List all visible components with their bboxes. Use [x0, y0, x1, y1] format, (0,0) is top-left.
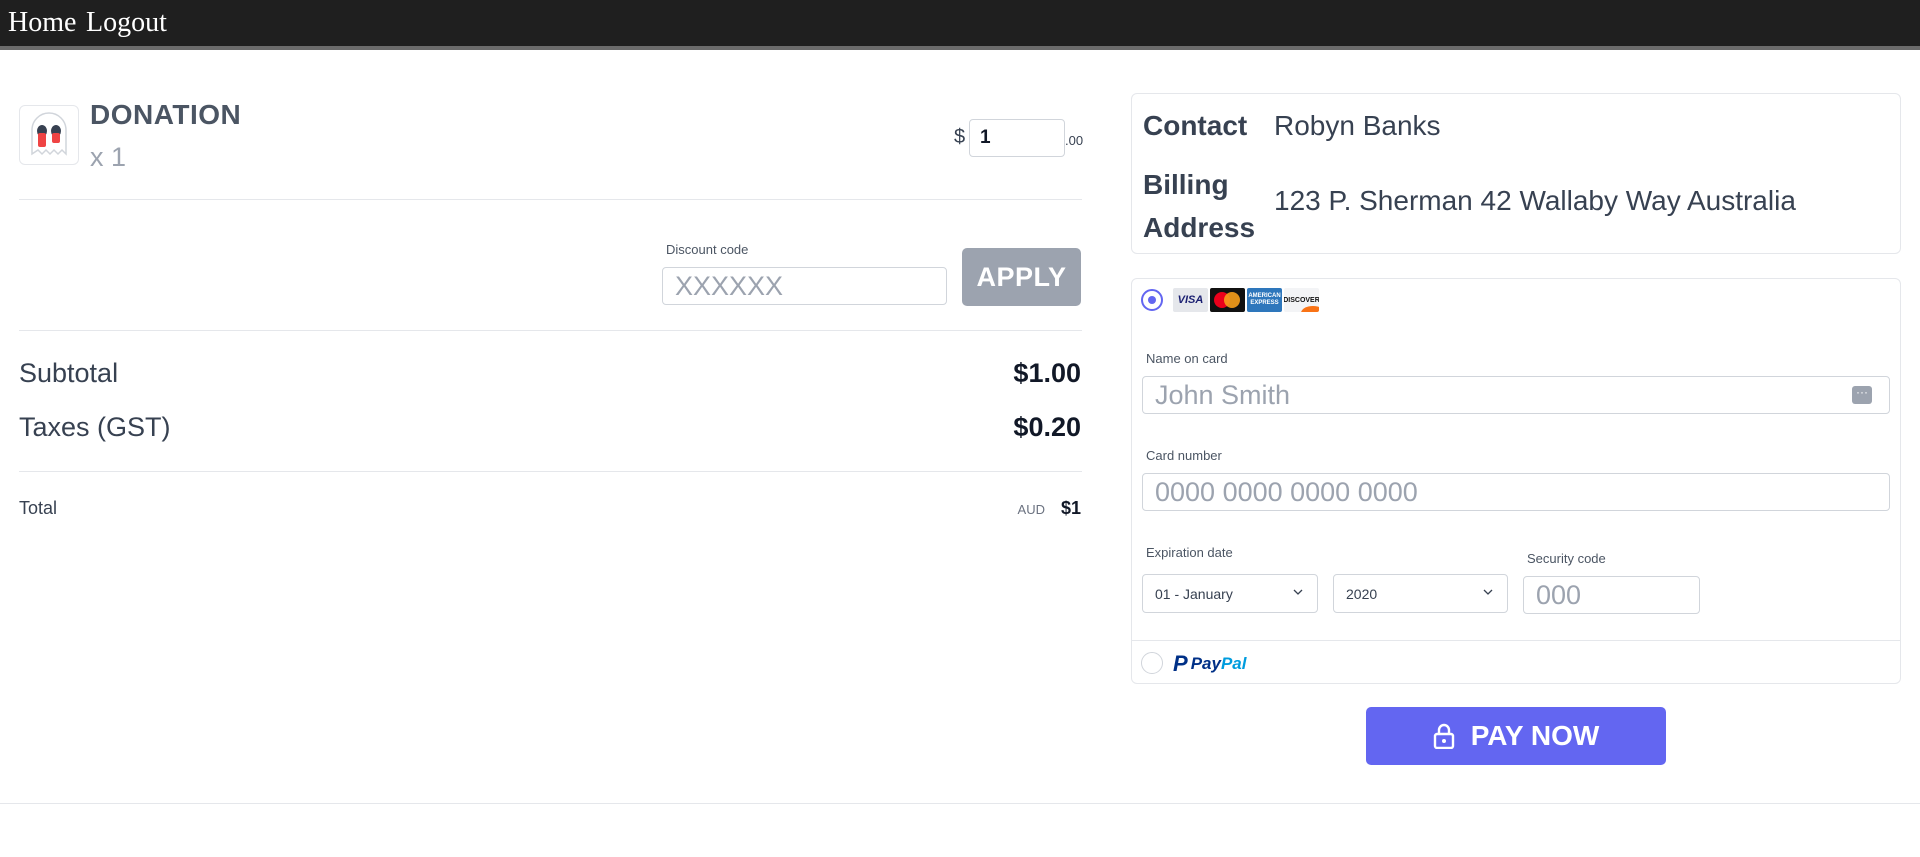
- card-payment-radio[interactable]: [1141, 289, 1163, 311]
- pay-now-label: PAY NOW: [1470, 720, 1600, 751]
- divider: [19, 330, 1082, 331]
- discover-icon: DISCOVER: [1284, 288, 1319, 312]
- product-quantity: x 1: [90, 142, 127, 172]
- product-thumbnail: [19, 105, 79, 165]
- contact-label: Contact: [1143, 110, 1248, 141]
- chevron-down-icon: [1483, 589, 1493, 595]
- footer-divider: [0, 803, 1920, 804]
- subtotal-value: $1.00: [1013, 358, 1081, 388]
- card-number-input[interactable]: [1142, 473, 1890, 511]
- paypal-payment-radio[interactable]: [1141, 652, 1163, 674]
- divider: [1131, 640, 1901, 641]
- top-nav: Home Logout: [0, 0, 1920, 50]
- chevron-down-icon: [1293, 589, 1303, 595]
- lock-icon: [1433, 723, 1454, 749]
- donation-amount-input[interactable]: [969, 119, 1065, 157]
- paypal-wordmark-pal: Pal: [1220, 654, 1247, 673]
- billing-address-value: 123 P. Sherman 42 Wallaby Way Australia: [1274, 185, 1796, 216]
- billing-address-label: Billing Address: [1143, 169, 1256, 243]
- total-value: $1: [1060, 498, 1081, 518]
- visa-icon: VISA: [1173, 288, 1208, 312]
- name-on-card-label: Name on card: [1146, 351, 1228, 366]
- amount-cents: .00: [1065, 133, 1084, 148]
- discount-code-input[interactable]: [662, 267, 947, 305]
- apply-discount-button[interactable]: APPLY: [962, 248, 1081, 306]
- nav-home-link[interactable]: Home: [8, 7, 76, 39]
- pay-now-button[interactable]: PAY NOW: [1366, 707, 1666, 765]
- divider: [19, 199, 1082, 200]
- name-on-card-input[interactable]: [1142, 376, 1890, 414]
- tax-label: Taxes (GST): [19, 412, 171, 442]
- divider: [19, 471, 1082, 472]
- tax-value: $0.20: [1013, 412, 1081, 442]
- expiration-month-select[interactable]: 01 - January: [1142, 574, 1318, 613]
- ghost-icon: [31, 112, 67, 156]
- autofill-icon[interactable]: ···: [1852, 386, 1872, 404]
- expiration-month-value: 01 - January: [1155, 586, 1233, 602]
- product-name: DONATION: [90, 99, 242, 130]
- paypal-logo: P PayPal: [1173, 651, 1246, 677]
- contact-name: Robyn Banks: [1274, 110, 1441, 141]
- expiration-year-value: 2020: [1346, 586, 1378, 602]
- currency-symbol: $: [954, 126, 966, 148]
- discount-code-label: Discount code: [666, 242, 749, 257]
- total-currency: AUD: [1017, 502, 1045, 517]
- security-code-input[interactable]: [1523, 576, 1700, 614]
- card-brand-logos: VISA AMERICAN EXPRESS DISCOVER: [1173, 288, 1319, 312]
- amex-icon: AMERICAN EXPRESS: [1247, 288, 1282, 312]
- subtotal-label: Subtotal: [19, 358, 119, 388]
- expiration-date-label: Expiration date: [1146, 545, 1233, 560]
- expiration-year-select[interactable]: 2020: [1333, 574, 1508, 613]
- paypal-icon: P: [1173, 651, 1188, 676]
- mastercard-icon: [1210, 288, 1245, 312]
- total-label: Total: [19, 498, 58, 518]
- security-code-label: Security code: [1527, 551, 1606, 566]
- nav-logout-link[interactable]: Logout: [86, 7, 167, 39]
- paypal-wordmark-pay: Pay: [1190, 654, 1221, 673]
- card-number-label: Card number: [1146, 448, 1222, 463]
